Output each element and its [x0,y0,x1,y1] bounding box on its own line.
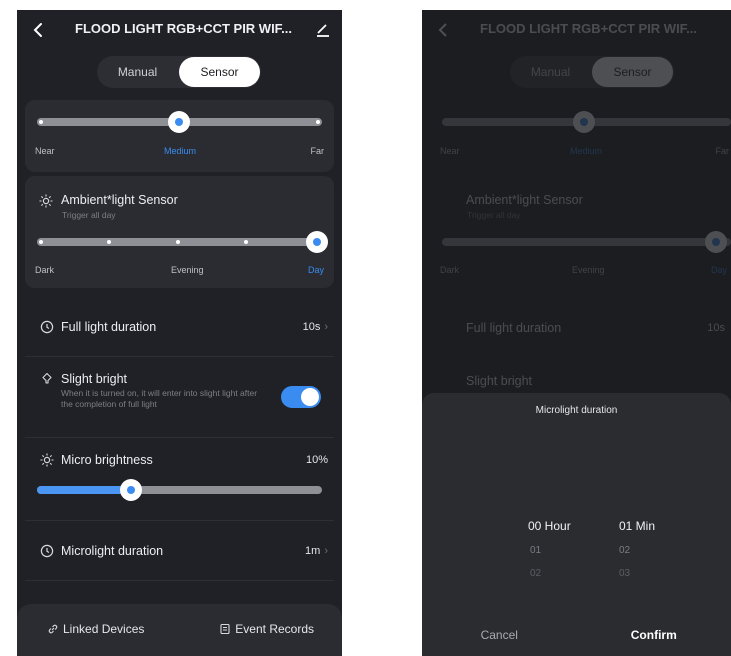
picker-hour-option[interactable]: 01 [530,545,541,556]
edit-icon[interactable] [314,20,332,38]
page-title: FLOOD LIGHT RGB+CCT PIR WIF... [480,21,698,36]
ambient-label-dark: Dark [440,265,460,275]
tab-manual[interactable]: Manual [97,56,178,88]
full-light-title: Full light duration [61,320,157,334]
ambient-title: Ambient*light Sensor [466,193,583,207]
linked-devices-label: Linked Devices [63,622,145,636]
full-light-value: 10s [707,322,725,334]
distance-label-medium: Medium [570,146,603,156]
full-light-value-wrap: 10s › [303,321,328,333]
picker-min-option[interactable]: 02 [619,545,630,556]
microlight-value: 1m [305,545,321,557]
distance-slider-knob[interactable] [168,111,190,133]
sun-icon [39,194,53,208]
phone-screen-sensor-settings: FLOOD LIGHT RGB+CCT PIR WIF... Manual Se… [17,10,342,656]
distance-label-medium: Medium [164,146,197,156]
header-bar: FLOOD LIGHT RGB+CCT PIR WIF... [17,10,342,50]
event-records-label: Event Records [235,622,314,636]
micro-brightness-value: 10% [305,454,328,466]
linked-devices-button[interactable]: Linked Devices [47,622,144,636]
phone-screen-picker-open: FLOOD LIGHT RGB+CCT PIR WIF... Manual Se… [422,10,731,656]
tab-sensor: Sensor [592,57,673,87]
ambient-light-card: Ambient*light Sensor Trigger all day Dar… [25,176,334,288]
distance-label-near: Near [35,146,55,156]
distance-label-far: Far [310,146,325,156]
duration-picker-sheet: Microlight duration 00 Hour 01 Min 01 02… [422,393,731,656]
ambient-label-day: Day [307,265,324,275]
picker-hour-option[interactable]: 02 [530,568,541,579]
back-chevron-icon [438,23,447,37]
full-light-title: Full light duration [466,321,562,335]
slight-bright-title: Slight bright [466,374,533,388]
clock-icon [40,544,54,558]
tab-sensor[interactable]: Sensor [179,57,260,87]
ambient-title: Ambient*light Sensor [61,193,178,207]
ambient-stop-3 [176,240,180,244]
header-bar: FLOOD LIGHT RGB+CCT PIR WIF... [422,10,731,50]
microlight-title: Microlight duration [61,544,164,558]
distance-stop-far [316,120,320,124]
bottom-action-bar: Linked Devices Event Records [17,604,342,656]
slight-bright-toggle[interactable] [281,386,321,408]
picker-title: Microlight duration [535,405,618,416]
ambient-label-dark: Dark [35,265,55,275]
slight-bright-description: When it is turned on, it will enter into… [61,388,258,409]
mode-segmented-control: Manual Sensor [510,56,674,88]
slight-bright-title: Slight bright [61,372,128,386]
bulb-icon [42,372,52,384]
distance-stop-near [39,120,43,124]
mode-segmented-control: Manual Sensor [97,56,261,88]
picker-hour-selected[interactable]: 00 Hour [528,519,571,533]
micro-brightness-slider-knob[interactable] [120,479,142,501]
distance-label-near: Near [440,146,460,156]
record-icon [220,623,230,635]
divider [25,356,334,357]
cancel-button[interactable]: Cancel [422,616,577,656]
chevron-right-icon: › [324,545,328,557]
clock-icon [40,320,54,334]
link-icon [48,624,58,634]
distance-slider-card: Near Medium Far [25,100,334,172]
ambient-label-day: Day [710,265,727,275]
distance-slider-knob [573,111,595,133]
micro-brightness-title: Micro brightness [61,453,153,467]
ambient-slider-knob [705,231,727,253]
ambient-stop-4 [244,240,248,244]
ambient-slider-track [442,238,731,246]
micro-brightness-slider-fill [37,486,131,494]
ambient-stop-2 [107,240,111,244]
ambient-label-evening: Evening [171,265,204,275]
picker-min-option[interactable]: 03 [619,568,630,579]
ambient-stop-1 [39,240,43,244]
back-chevron-icon[interactable] [29,20,49,40]
full-light-value: 10s [302,321,321,333]
ambient-subtitle: Trigger all day [62,210,116,220]
tab-manual: Manual [530,65,571,79]
microlight-value-wrap: 1m › [305,545,328,557]
confirm-button[interactable]: Confirm [577,616,731,656]
chevron-right-icon: › [324,321,328,333]
divider [25,520,334,521]
divider [25,580,334,581]
brightness-icon [40,453,54,467]
divider [25,437,334,438]
event-records-button[interactable]: Event Records [219,622,314,636]
page-title: FLOOD LIGHT RGB+CCT PIR WIF... [75,21,293,36]
ambient-slider-knob[interactable] [306,231,328,253]
picker-min-selected[interactable]: 01 Min [619,519,655,533]
ambient-subtitle: Trigger all day [467,210,521,220]
picker-actions: Cancel Confirm [422,616,731,656]
distance-label-far: Far [715,146,730,156]
ambient-label-evening: Evening [572,265,605,275]
